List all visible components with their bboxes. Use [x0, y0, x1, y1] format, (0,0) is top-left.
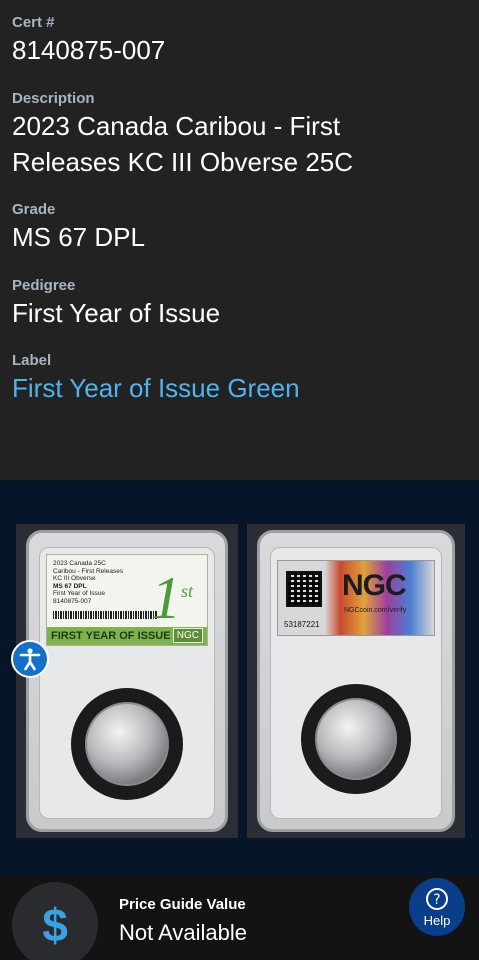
help-button[interactable]: ? Help: [409, 878, 465, 936]
first-release-mark: 1st: [151, 561, 193, 628]
slab-inner: 2023 Canada 25C Caribou - First Releases…: [39, 547, 215, 819]
coin-reverse: [315, 698, 397, 780]
certificate-details: Cert # 8140875-007 Description 2023 Cana…: [0, 0, 479, 480]
front-label-line: 8140875-007: [53, 597, 92, 605]
description-value-line2: Releases KC III Obverse 25C: [12, 147, 354, 177]
grade-field: Grade MS 67 DPL: [12, 201, 145, 253]
accessibility-icon: [19, 648, 41, 671]
slab-holder: NGC NGCcoin.com/verify 53187221: [257, 530, 455, 832]
ngc-logo: NGC: [342, 569, 407, 602]
grade-value: MS 67 DPL: [12, 222, 145, 252]
accessibility-button[interactable]: [11, 640, 49, 678]
front-label: 2023 Canada 25C Caribou - First Releases…: [46, 554, 208, 646]
description-label: Description: [12, 90, 95, 107]
front-label-line: Caribou - First Releases: [53, 567, 124, 575]
help-icon: ?: [426, 887, 448, 910]
label-field: Label First Year of Issue Green: [12, 352, 300, 404]
front-label-line: 2023 Canada 25C: [53, 560, 106, 567]
cert-label: Cert #: [12, 14, 55, 31]
pedigree-field: Pedigree First Year of Issue: [12, 277, 220, 329]
back-cert-number: 53187221: [284, 620, 320, 629]
description-field: Description 2023 Canada Caribou - First …: [12, 90, 353, 178]
grade-label: Grade: [12, 201, 56, 218]
front-label-line: First Year of Issue: [53, 590, 106, 597]
front-label-line: KC III Obverse: [53, 575, 96, 582]
price-guide-bar: $ Price Guide Value Not Available ? Help: [0, 876, 479, 960]
back-slab-image[interactable]: NGC NGCcoin.com/verify 53187221: [247, 524, 465, 838]
first-number: 1: [150, 565, 181, 631]
coin-images: 2023 Canada 25C Caribou - First Releases…: [0, 480, 479, 876]
dollar-sign: $: [42, 899, 68, 951]
coin-ring: [301, 684, 411, 794]
first-sup: st: [180, 581, 193, 601]
help-label: Help: [423, 912, 451, 928]
label-value-link[interactable]: First Year of Issue Green: [12, 372, 300, 404]
slab-inner: NGC NGCcoin.com/verify 53187221: [270, 547, 442, 819]
ngc-badge: NGC: [172, 628, 203, 643]
cert-field: Cert # 8140875-007: [12, 14, 165, 66]
label-label: Label: [12, 352, 52, 369]
front-label-text: 2023 Canada 25C Caribou - First Releases…: [53, 560, 123, 605]
verify-site: NGCcoin.com/verify: [344, 607, 407, 614]
slab-holder: 2023 Canada 25C Caribou - First Releases…: [26, 530, 228, 832]
coin-ring: [71, 688, 183, 800]
dollar-icon: $: [12, 882, 98, 960]
price-guide-label: Price Guide Value: [119, 896, 246, 913]
cert-value: 8140875-007: [12, 35, 166, 65]
pedigree-value: First Year of Issue: [12, 298, 221, 328]
pedigree-label: Pedigree: [12, 277, 76, 294]
coin-obverse: [85, 702, 169, 786]
qr-code-icon: [286, 571, 322, 607]
barcode: [53, 611, 157, 619]
front-slab-image[interactable]: 2023 Canada 25C Caribou - First Releases…: [16, 524, 238, 838]
back-label: NGC NGCcoin.com/verify 53187221: [277, 560, 435, 636]
svg-text:?: ?: [433, 892, 440, 908]
price-guide-value: Not Available: [119, 920, 248, 945]
description-value-line1: 2023 Canada Caribou - First: [12, 111, 341, 141]
front-label-line: MS 67 DPL: [53, 582, 87, 590]
